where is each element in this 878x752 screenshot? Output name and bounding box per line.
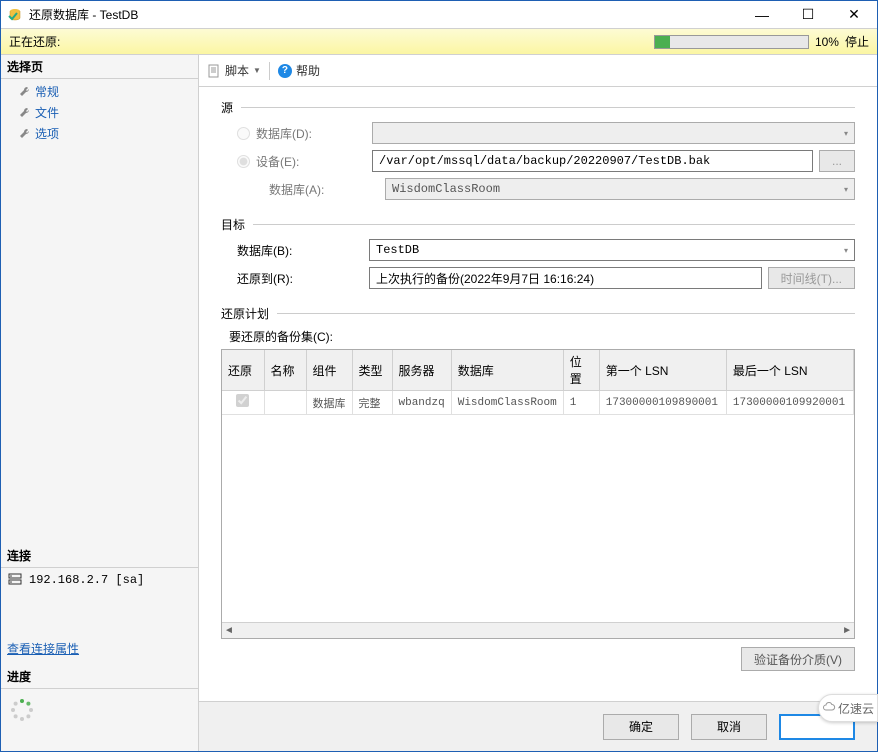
grid-header-row: 还原 名称 组件 类型 服务器 数据库 位置 第一个 LSN 最后一个 LSN (222, 350, 854, 391)
backup-sets-grid[interactable]: 还原 名称 组件 类型 服务器 数据库 位置 第一个 LSN 最后一个 LSN (221, 349, 855, 639)
target-section: 目标 数据库(B): TestDB ▾ 还原到(R): 时间线(T)... (221, 216, 855, 295)
cancel-button[interactable]: 取消 (691, 714, 767, 740)
wrench-icon (19, 107, 31, 119)
progress-header: 进度 (1, 665, 198, 689)
minimize-button[interactable]: — (739, 1, 785, 29)
source-db-a-select[interactable]: WisdomClassRoom ▾ (385, 178, 855, 200)
cell-position: 1 (563, 391, 599, 415)
button-bar: 确定 取消 (199, 701, 877, 751)
restore-plan-section: 还原计划 要还原的备份集(C): 还原 名称 组件 (221, 305, 855, 681)
table-row[interactable]: 数据库 完整 wbandzq WisdomClassRoom 1 1730000… (222, 391, 854, 415)
select-page-header: 选择页 (1, 55, 198, 79)
scroll-right-icon[interactable]: ► (842, 625, 852, 636)
view-connection-link[interactable]: 查看连接属性 (7, 642, 79, 656)
restore-db-icon (7, 7, 23, 23)
wrench-icon (19, 128, 31, 140)
ok-button[interactable]: 确定 (603, 714, 679, 740)
source-device-label: 设备(E): (256, 153, 372, 170)
chevron-down-icon: ▼ (253, 66, 261, 75)
window-title: 还原数据库 - TestDB (29, 6, 739, 23)
connection-info: 192.168.2.7 [sa] (1, 568, 198, 592)
col-last-lsn[interactable]: 最后一个 LSN (726, 350, 853, 391)
sidebar-item-options[interactable]: 选项 (1, 123, 198, 144)
watermark: 亿速云 (818, 694, 878, 722)
connection-string: 192.168.2.7 [sa] (29, 573, 144, 587)
col-type[interactable]: 类型 (352, 350, 392, 391)
cell-last-lsn: 17300000109920001 (726, 391, 853, 415)
maximize-button[interactable]: ☐ (785, 1, 831, 29)
script-button[interactable]: 脚本 ▼ (207, 62, 261, 79)
cell-server: wbandzq (392, 391, 451, 415)
browse-button[interactable]: ... (819, 150, 855, 172)
stop-button[interactable]: 停止 (845, 33, 869, 50)
sidebar-item-files[interactable]: 文件 (1, 102, 198, 123)
source-db-radio (237, 127, 250, 140)
source-db-a-label: 数据库(A): (237, 181, 385, 198)
cell-component: 数据库 (306, 391, 352, 415)
col-position[interactable]: 位置 (563, 350, 599, 391)
restore-plan-title: 还原计划 (221, 305, 269, 322)
server-icon (7, 572, 23, 588)
col-first-lsn[interactable]: 第一个 LSN (599, 350, 726, 391)
source-title: 源 (221, 99, 233, 116)
progress-percent: 10% (815, 35, 839, 49)
toolbar: 脚本 ▼ ? 帮助 (199, 55, 877, 87)
progress-bar (654, 35, 809, 49)
script-icon (207, 64, 221, 78)
help-icon: ? (278, 64, 292, 78)
timeline-button[interactable]: 时间线(T)... (768, 267, 855, 289)
cloud-icon (822, 701, 836, 715)
verify-backup-button[interactable]: 验证备份介质(V) (741, 647, 855, 671)
separator (269, 62, 270, 80)
wrench-icon (19, 86, 31, 98)
horizontal-scrollbar[interactable]: ◄ ► (222, 622, 854, 638)
restore-to-input[interactable] (369, 267, 762, 289)
target-db-label: 数据库(B): (237, 242, 369, 259)
col-server[interactable]: 服务器 (392, 350, 451, 391)
titlebar: 还原数据库 - TestDB — ☐ ✕ (1, 1, 877, 29)
col-database[interactable]: 数据库 (451, 350, 563, 391)
backup-sets-label: 要还原的备份集(C): (221, 328, 855, 345)
col-component[interactable]: 组件 (306, 350, 352, 391)
col-name[interactable]: 名称 (264, 350, 306, 391)
device-path-input[interactable] (372, 150, 813, 172)
col-restore[interactable]: 还原 (222, 350, 264, 391)
spinner-icon (9, 697, 35, 723)
sidebar-item-general[interactable]: 常规 (1, 81, 198, 102)
connection-header: 连接 (1, 544, 198, 568)
source-section: 源 数据库(D): ▾ 设备(E): ... (221, 99, 855, 206)
restore-to-label: 还原到(R): (237, 270, 369, 287)
cell-first-lsn: 17300000109890001 (599, 391, 726, 415)
scroll-left-icon[interactable]: ◄ (224, 625, 234, 636)
source-device-radio (237, 155, 250, 168)
target-title: 目标 (221, 216, 245, 233)
cell-name (264, 391, 306, 415)
progress-status-bar: 正在还原: 10% 停止 (1, 29, 877, 55)
close-button[interactable]: ✕ (831, 1, 877, 29)
target-db-select[interactable]: TestDB ▾ (369, 239, 855, 261)
cell-database: WisdomClassRoom (451, 391, 563, 415)
cell-type: 完整 (352, 391, 392, 415)
help-button[interactable]: ? 帮助 (278, 62, 320, 79)
progress-label: 正在还原: (9, 33, 654, 50)
source-db-label: 数据库(D): (256, 125, 372, 142)
restore-checkbox (236, 394, 249, 407)
sidebar: 选择页 常规 文件 选项 连接 192.168.2.7 [sa] (1, 55, 199, 751)
source-db-select: ▾ (372, 122, 855, 144)
